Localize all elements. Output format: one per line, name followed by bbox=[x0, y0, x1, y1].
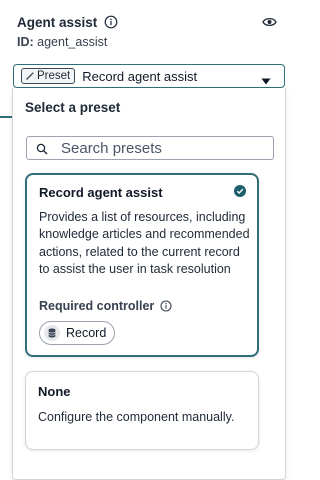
preset-select[interactable]: Preset Record agent assist bbox=[13, 64, 285, 88]
preset-tag-label: Preset bbox=[37, 70, 71, 82]
preset-card-record-agent-assist[interactable]: Record agent assist Provides a list of r… bbox=[25, 173, 259, 357]
preset-card-title: Record agent assist bbox=[39, 185, 163, 200]
preset-card-description: Provides a list of resources, including … bbox=[39, 210, 250, 276]
preset-card-none[interactable]: None Configure the component manually. bbox=[25, 371, 259, 450]
id-value: agent_assist bbox=[37, 35, 108, 49]
agent-assist-config-panel: Agent assist ID: agent_assist Preset Rec… bbox=[0, 0, 286, 480]
preset-card-title: None bbox=[38, 384, 71, 399]
magic-wand-icon bbox=[25, 71, 35, 81]
component-id: ID: agent_assist bbox=[17, 35, 279, 49]
controller-pill-label: Record bbox=[66, 326, 107, 340]
preset-select-value: Record agent assist bbox=[82, 68, 198, 84]
check-circle-icon bbox=[234, 184, 246, 197]
component-header: Agent assist ID: agent_assist bbox=[17, 12, 279, 56]
visibility-eye-icon[interactable] bbox=[262, 15, 277, 27]
info-icon[interactable] bbox=[104, 15, 118, 29]
dropdown-title: Select a preset bbox=[25, 100, 121, 115]
controller-pill: Record bbox=[39, 321, 116, 345]
search-icon bbox=[36, 142, 48, 155]
chevron-down-icon[interactable] bbox=[261, 72, 271, 85]
database-icon bbox=[44, 325, 60, 341]
title-row: Agent assist bbox=[17, 12, 279, 32]
component-title: Agent assist bbox=[17, 14, 98, 30]
preset-dropdown: Select a preset Record agent assist Prov… bbox=[12, 88, 286, 480]
preset-card-description: Configure the component manually. bbox=[38, 410, 235, 424]
preset-tag: Preset bbox=[21, 68, 76, 84]
required-controller-label: Required controller bbox=[39, 299, 155, 313]
id-label: ID: bbox=[17, 35, 34, 49]
info-icon[interactable] bbox=[160, 300, 172, 312]
required-controller-row: Required controller bbox=[39, 299, 172, 313]
search-box bbox=[26, 136, 274, 160]
search-input[interactable] bbox=[61, 138, 261, 158]
tab-indicator bbox=[0, 116, 12, 118]
